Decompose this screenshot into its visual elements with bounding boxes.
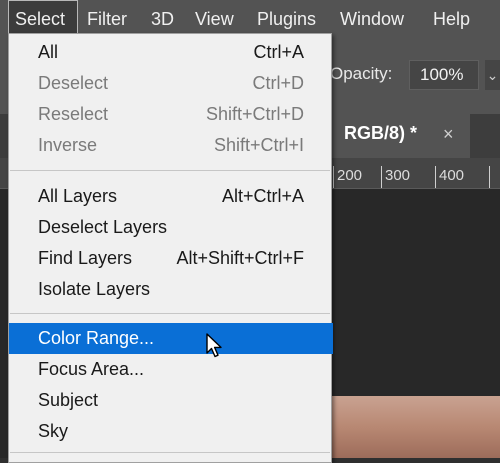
document-tab-title: RGB/8) * bbox=[344, 123, 418, 143]
menu-item-reselect[interactable]: Reselect Shift+Ctrl+D bbox=[9, 99, 333, 130]
opacity-input[interactable]: 100% bbox=[409, 60, 479, 90]
ruler-tick bbox=[381, 166, 382, 188]
menu-item-isolate-layers[interactable]: Isolate Layers bbox=[9, 274, 333, 305]
menu-item-label: Color Range... bbox=[38, 328, 155, 348]
ruler-tick bbox=[333, 166, 334, 188]
menu-item-label: Isolate Layers bbox=[38, 279, 151, 299]
opacity-label: Opacity: bbox=[330, 64, 393, 83]
menu-item-subject[interactable]: Subject bbox=[9, 385, 333, 416]
menu-item-label: Focus Area... bbox=[38, 359, 145, 379]
arrow-pointer-icon bbox=[206, 333, 222, 358]
menu-item-shortcut: Shift+Ctrl+D bbox=[205, 104, 304, 124]
menu-item-sky[interactable]: Sky bbox=[9, 416, 333, 447]
menu-help[interactable]: Help bbox=[433, 0, 470, 38]
menu-item-label: Subject bbox=[38, 390, 99, 410]
menu-item-label: Deselect bbox=[38, 73, 109, 93]
menu-item-label: Find Layers bbox=[38, 248, 133, 268]
menu-item-deselect[interactable]: Deselect Ctrl+D bbox=[9, 68, 333, 99]
ruler-tick bbox=[489, 166, 490, 188]
menu-item-deselect-layers[interactable]: Deselect Layers bbox=[9, 212, 333, 243]
close-icon[interactable]: × bbox=[443, 124, 454, 145]
menu-item-all-layers[interactable]: All Layers Alt+Ctrl+A bbox=[9, 181, 333, 212]
menu-item-label: All Layers bbox=[38, 186, 118, 206]
menu-item-label: Inverse bbox=[38, 135, 98, 155]
menu-item-label: All bbox=[38, 42, 59, 62]
image-content bbox=[320, 396, 500, 458]
ruler-label: 300 bbox=[385, 167, 411, 184]
menu-separator bbox=[10, 170, 330, 171]
menu-separator bbox=[10, 313, 330, 314]
menu-separator bbox=[10, 452, 330, 453]
menu-item-shortcut: Shift+Ctrl+I bbox=[213, 135, 304, 155]
menu-item-color-range[interactable]: Color Range... bbox=[9, 323, 333, 354]
menu-item-shortcut: Alt+Ctrl+A bbox=[221, 186, 304, 206]
menu-item-focus-area[interactable]: Focus Area... bbox=[9, 354, 333, 385]
menu-item-all[interactable]: All Ctrl+A bbox=[9, 37, 333, 68]
menu-item-shortcut: Alt+Shift+Ctrl+F bbox=[176, 248, 304, 268]
ruler-label: 400 bbox=[439, 167, 465, 184]
menu-item-find-layers[interactable]: Find Layers Alt+Shift+Ctrl+F bbox=[9, 243, 333, 274]
menu-item-inverse[interactable]: Inverse Shift+Ctrl+I bbox=[9, 130, 333, 161]
menu-item-shortcut: Ctrl+A bbox=[253, 42, 304, 62]
menu-item-label: Sky bbox=[38, 421, 69, 441]
ruler-tick bbox=[435, 166, 436, 188]
menu-item-shortcut: Ctrl+D bbox=[252, 73, 304, 93]
ruler-label: 200 bbox=[337, 167, 363, 184]
menu-item-label: Deselect Layers bbox=[38, 217, 168, 237]
menu-window[interactable]: Window bbox=[340, 0, 404, 38]
menu-item-label: Reselect bbox=[38, 104, 109, 124]
chevron-down-icon[interactable]: ⌄ bbox=[485, 60, 500, 90]
